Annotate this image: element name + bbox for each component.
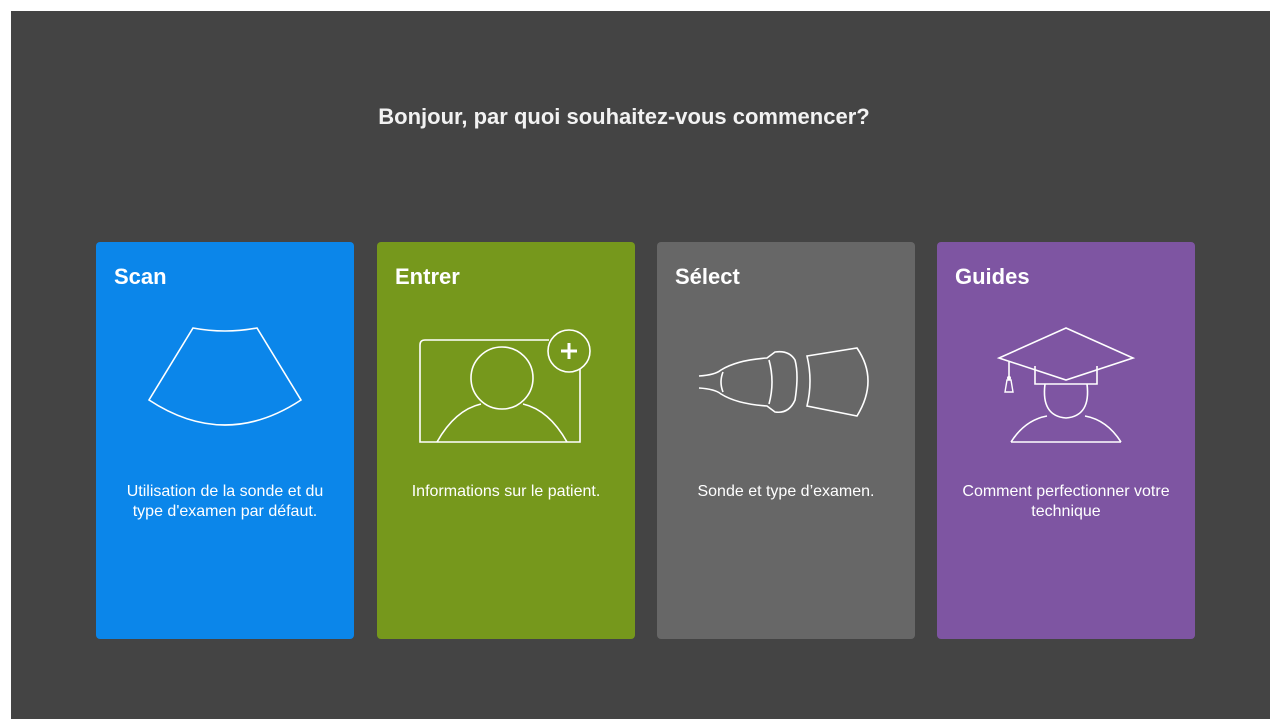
add-patient-icon bbox=[419, 329, 591, 443]
probe-icon bbox=[698, 347, 869, 417]
guides-card-description: Comment perfectionner votre technique bbox=[962, 483, 1170, 520]
select-card[interactable]: Sélect Sonde et type d’examen. bbox=[657, 242, 915, 639]
enter-patient-card-title: Entrer bbox=[395, 264, 460, 289]
ultrasound-fan-icon bbox=[147, 327, 303, 426]
guides-card[interactable]: Guides Comment perfectionner votre techn… bbox=[937, 242, 1195, 639]
select-card-title: Sélect bbox=[675, 264, 740, 289]
guides-card-title: Guides bbox=[955, 264, 1030, 289]
page-heading: Bonjour, par quoi souhaitez-vous commenc… bbox=[378, 104, 870, 129]
enter-patient-card[interactable]: Entrer Informations sur le patient. bbox=[377, 242, 635, 639]
scan-card[interactable]: Scan Utilisation de la sonde et du type … bbox=[96, 242, 354, 639]
select-card-description: Sonde et type d’examen. bbox=[697, 483, 875, 500]
enter-patient-card-description: Informations sur le patient. bbox=[411, 483, 601, 500]
scan-card-description: Utilisation de la sonde et du type d'exa… bbox=[126, 483, 324, 520]
graduation-cap-icon bbox=[996, 327, 1136, 443]
scan-card-title: Scan bbox=[114, 264, 167, 289]
